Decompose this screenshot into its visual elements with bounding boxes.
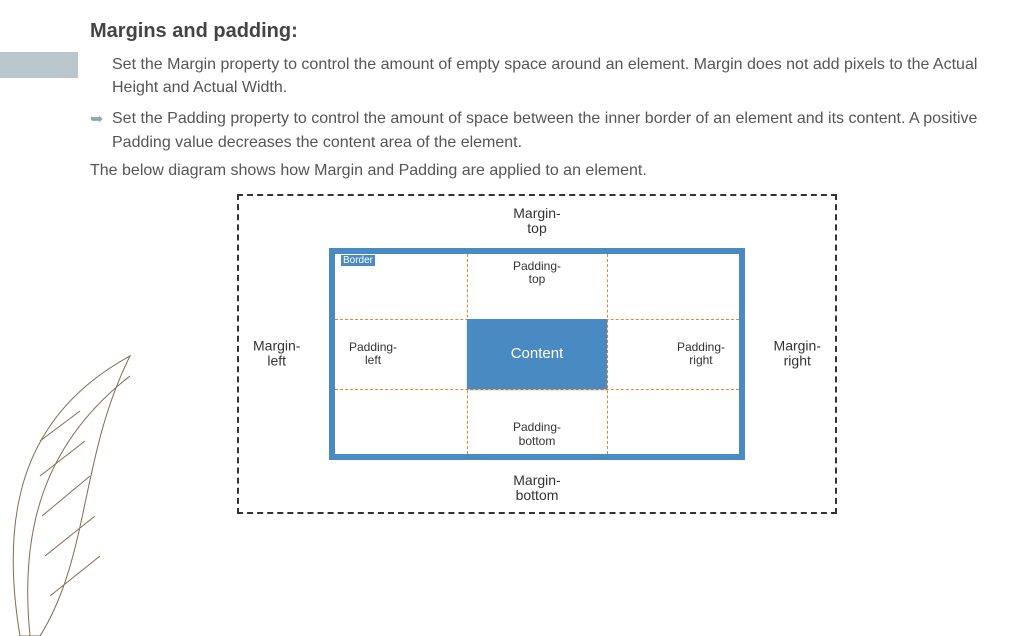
padding-right-label: Padding-right — [677, 341, 725, 367]
page-title: Margins and padding: — [90, 20, 984, 43]
margin-bottom-label: Margin-bottom — [513, 473, 560, 504]
bullet-icon: ➥ — [90, 107, 112, 153]
diagram-lead: The below diagram shows how Margin and P… — [90, 162, 984, 180]
content-box: Content — [467, 319, 607, 389]
bullet-item: ➥ Set the Margin property to control the… — [90, 53, 984, 99]
padding-bottom-label: Padding-bottom — [513, 421, 561, 447]
padding-top-label: Padding-top — [513, 260, 561, 286]
bullet-text: Set the Margin property to control the a… — [112, 53, 984, 99]
margin-right-label: Margin-right — [774, 338, 821, 369]
diagram-container: Margin-top Margin-right Margin-bottom Ma… — [90, 194, 984, 514]
slide: Margins and padding: ➥ Set the Margin pr… — [0, 0, 1024, 576]
guide-line — [607, 254, 608, 454]
bullet-list: ➥ Set the Margin property to control the… — [90, 53, 984, 154]
margin-left-label: Margin-left — [253, 338, 300, 369]
border-label: Border — [341, 255, 375, 266]
box-model-diagram: Margin-top Margin-right Margin-bottom Ma… — [237, 194, 837, 514]
accent-bar — [0, 52, 78, 78]
bullet-text: Set the Padding property to control the … — [112, 107, 984, 153]
border-box: Border Padding-top Padding-right Padding… — [329, 248, 745, 460]
padding-left-label: Padding-left — [349, 341, 397, 367]
bullet-item: ➥ Set the Padding property to control th… — [90, 107, 984, 153]
content-label: Content — [511, 345, 564, 362]
guide-line — [335, 389, 739, 390]
margin-top-label: Margin-top — [513, 206, 560, 237]
